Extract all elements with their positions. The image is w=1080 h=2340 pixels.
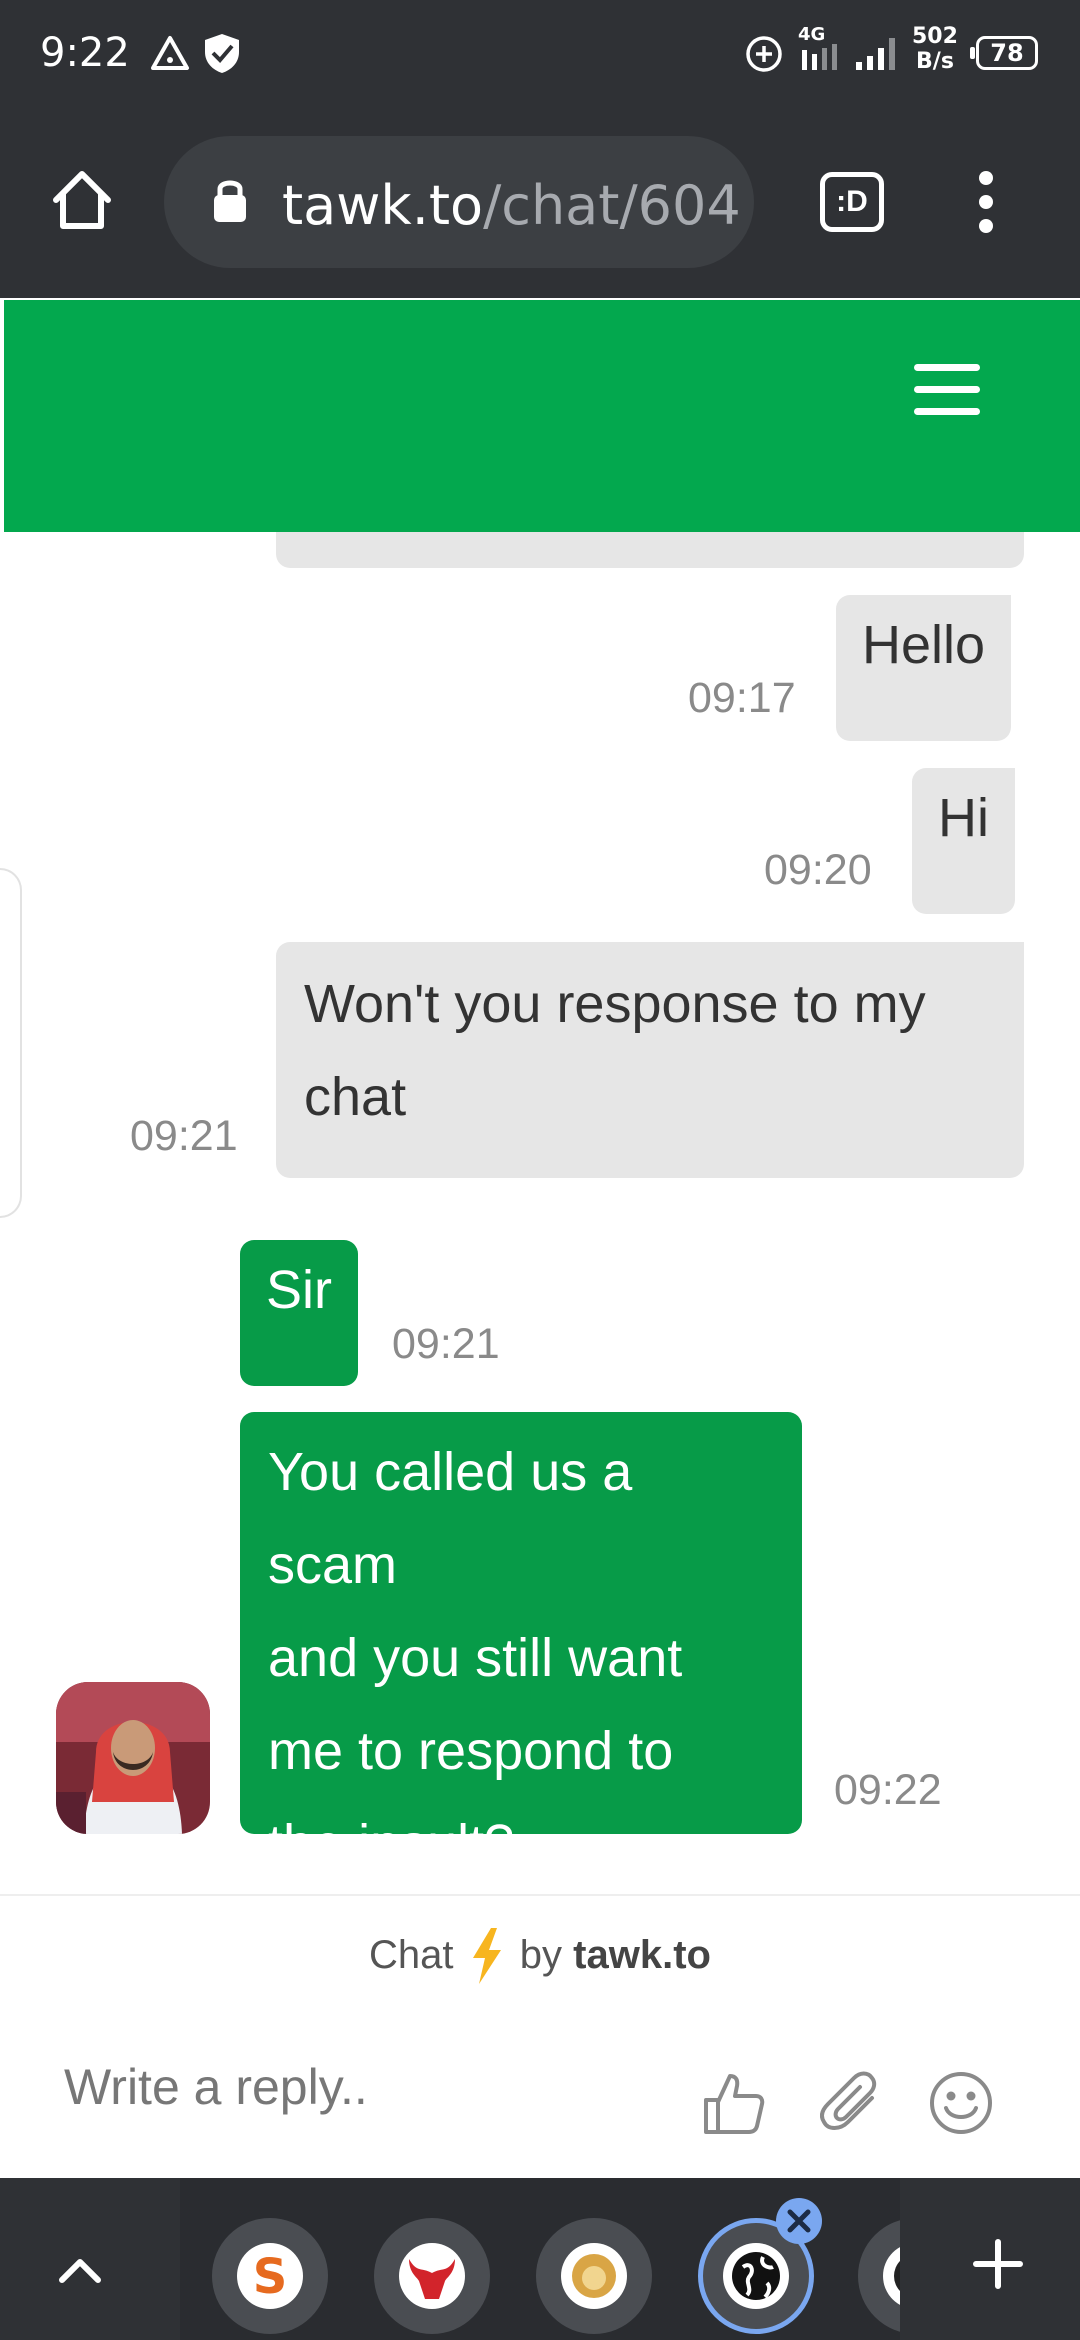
- hamburger-menu-icon[interactable]: [904, 356, 990, 426]
- paperclip-icon[interactable]: [820, 2070, 886, 2136]
- shield-check-icon: [205, 34, 239, 73]
- message-time: 09:17: [688, 674, 796, 722]
- message-time: 09:21: [130, 1112, 238, 1160]
- lion-logo-icon: [561, 2243, 627, 2309]
- bull-logo-icon: [399, 2243, 465, 2309]
- lock-icon: [214, 180, 246, 222]
- chat-divider: [0, 1894, 1080, 1896]
- message-bubble-outgoing: You called us a scam and you still want …: [240, 1412, 802, 1874]
- message-text: Hi: [938, 788, 989, 848]
- tab-item[interactable]: [536, 2218, 652, 2334]
- message-text-line: and you still want: [268, 1628, 683, 1688]
- message-text: Sir: [266, 1260, 332, 1320]
- message-text: Hello: [862, 615, 986, 675]
- branding-by: by: [519, 1933, 563, 1977]
- speed-value: 502: [912, 24, 958, 49]
- branding-prefix: Chat: [369, 1933, 454, 1977]
- side-panel-handle[interactable]: [0, 868, 22, 1218]
- status-bar: 9:22 4G 502 B/s 78: [0, 0, 1080, 108]
- message-time: 09:22: [834, 1766, 942, 1814]
- powered-by-branding[interactable]: Chat by tawk.to: [0, 1928, 1080, 1984]
- signal-2-icon: [856, 38, 895, 70]
- message-text-line: Won't you response to my: [304, 974, 926, 1034]
- url-text: tawk.to/chat/604b: [282, 174, 742, 237]
- address-bar[interactable]: tawk.to/chat/604b: [164, 136, 754, 268]
- network-type: 4G: [798, 24, 826, 45]
- thumbs-up-icon[interactable]: [700, 2070, 766, 2136]
- status-time: 9:22: [40, 30, 130, 76]
- message-bubble-incoming: Hello: [836, 595, 1012, 741]
- agent-avatar: [56, 1682, 210, 1834]
- speed-unit: B/s: [916, 49, 954, 74]
- browser-toolbar: tawk.to/chat/604b :D: [0, 108, 1080, 298]
- message-bubble-incoming: Hi: [912, 768, 1015, 914]
- signal-1-icon: [802, 44, 837, 70]
- url-host: tawk.to: [282, 174, 484, 237]
- battery-level: 78: [990, 39, 1024, 67]
- close-tab-icon[interactable]: [776, 2198, 822, 2244]
- chevron-up-icon[interactable]: [58, 2256, 102, 2284]
- more-options-icon[interactable]: [976, 168, 996, 236]
- globe-icon: [723, 2243, 789, 2309]
- message-text-line: me to respond to: [268, 1721, 674, 1781]
- message-text-line: the insult?: [268, 1814, 515, 1874]
- battery-indicator: 78: [970, 36, 1038, 70]
- svg-text:S: S: [253, 2249, 288, 2305]
- new-tab-plus-icon[interactable]: [972, 2238, 1024, 2290]
- tab-badge: :D: [836, 185, 868, 218]
- browser-tab-strip: S: [0, 2178, 1080, 2340]
- message-text-line: chat: [304, 1067, 407, 1127]
- lightning-bolt-icon: [472, 1928, 501, 1984]
- data-saver-icon: [746, 36, 782, 72]
- tab-switcher-button[interactable]: :D: [820, 172, 884, 232]
- s-logo-icon: S: [237, 2243, 303, 2309]
- emoji-icon[interactable]: [928, 2070, 994, 2136]
- url-path: /chat/604b: [483, 174, 742, 237]
- message-text-line: You called us a scam: [268, 1442, 633, 1595]
- warning-triangle-icon: [151, 36, 189, 70]
- chat-page: 09:15 Hello 09:17 Hi 09:20 Won't you res…: [0, 298, 1080, 2178]
- network-speed: 502 B/s: [912, 24, 958, 74]
- message-time: 09:20: [764, 846, 872, 894]
- tab-item[interactable]: [374, 2218, 490, 2334]
- chat-header: [4, 300, 1080, 532]
- message-time: 09:21: [392, 1320, 500, 1368]
- branding-name: tawk.to: [573, 1933, 711, 1977]
- home-icon[interactable]: [48, 166, 116, 234]
- tab-item[interactable]: S: [212, 2218, 328, 2334]
- message-bubble-incoming: Won't you response to my chat: [276, 942, 1024, 1178]
- message-bubble-outgoing: Sir: [240, 1240, 358, 1386]
- reply-input[interactable]: Write a reply..: [64, 2058, 368, 2116]
